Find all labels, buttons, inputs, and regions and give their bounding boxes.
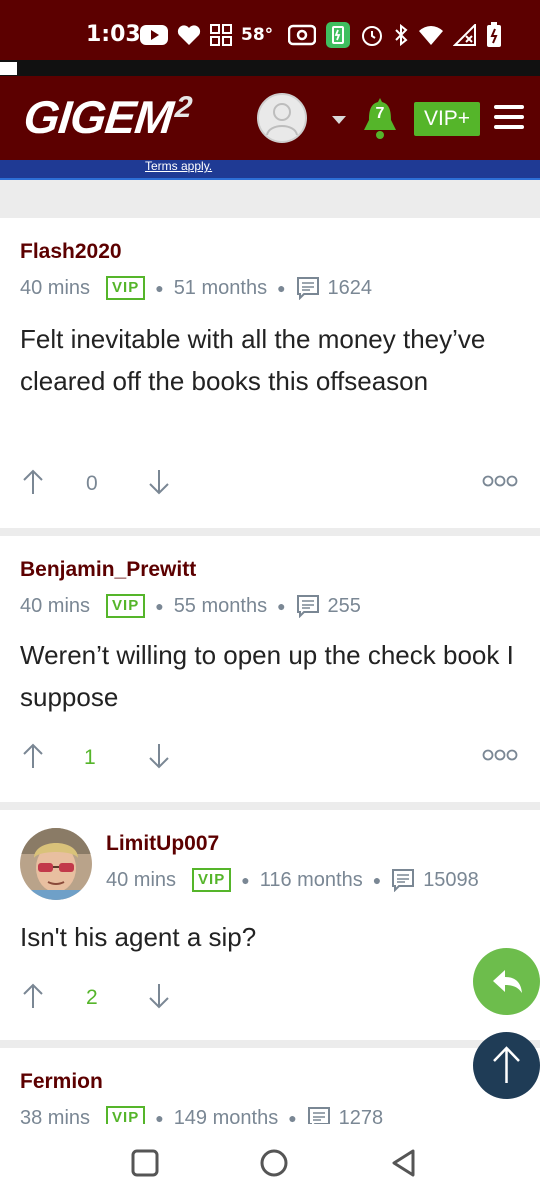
status-temperature: 58° bbox=[241, 25, 274, 45]
notifications-button[interactable]: 7 bbox=[360, 96, 400, 140]
comment-username[interactable]: Flash2020 bbox=[20, 240, 122, 264]
comment-time: 40 mins bbox=[106, 868, 177, 891]
youtube-icon bbox=[140, 25, 168, 45]
alarm-icon bbox=[362, 26, 383, 46]
reply-icon bbox=[493, 970, 522, 993]
comment-time: 40 mins bbox=[20, 594, 91, 617]
chevron-down-icon[interactable] bbox=[332, 116, 346, 124]
heart-icon bbox=[177, 25, 201, 45]
comment-card: Fermion 38 mins VIP ● 149 months ● 1278 bbox=[0, 1048, 540, 1124]
member-tenure: 55 months bbox=[173, 594, 268, 617]
vip-badge: VIP bbox=[106, 276, 146, 300]
user-icon bbox=[266, 103, 298, 136]
more-icon[interactable] bbox=[482, 748, 518, 762]
comment-username[interactable]: Fermion bbox=[20, 1070, 103, 1094]
radio-icon bbox=[288, 24, 317, 46]
notification-count: 7 bbox=[375, 105, 385, 122]
comment-body: Isn't his agent a sip? bbox=[20, 922, 257, 952]
comment-username[interactable]: Benjamin_Prewitt bbox=[20, 558, 196, 582]
no-signal-icon bbox=[453, 24, 477, 46]
battery-icon bbox=[487, 22, 502, 47]
circle-nav-icon[interactable] bbox=[258, 1147, 290, 1179]
terms-link[interactable]: Terms apply. bbox=[145, 159, 212, 173]
downvote-icon[interactable] bbox=[147, 468, 171, 496]
comment-card: Benjamin_Prewitt 40 mins VIP ● 55 months… bbox=[0, 536, 540, 802]
battery-saver-icon bbox=[326, 22, 351, 48]
comment-card: Flash2020 40 mins VIP ● 51 months ● 1624… bbox=[0, 218, 540, 528]
square-nav-icon[interactable] bbox=[130, 1148, 160, 1178]
user-photo-icon bbox=[20, 828, 92, 900]
downvote-icon[interactable] bbox=[147, 982, 171, 1010]
site-header: GIGEM2 7 VIP+ bbox=[0, 76, 540, 160]
comment-card: LimitUp007 40 mins VIP ● 116 months ● 15… bbox=[0, 810, 540, 1040]
menu-icon[interactable] bbox=[494, 105, 524, 131]
member-tenure: 116 months bbox=[259, 868, 363, 891]
comment-body: Felt inevitable with all the money they’… bbox=[20, 324, 486, 396]
more-icon[interactable] bbox=[482, 474, 518, 488]
status-time: 1:03 bbox=[86, 22, 141, 47]
bluetooth-icon bbox=[395, 23, 408, 47]
post-count: 255 bbox=[327, 594, 361, 617]
site-logo[interactable]: GIGEM2 bbox=[21, 90, 193, 144]
upvote-icon[interactable] bbox=[21, 742, 45, 770]
comment-icon bbox=[392, 869, 415, 892]
comment-meta: 40 mins VIP ● 51 months ● 1624 bbox=[20, 276, 373, 300]
scroll-top-button[interactable] bbox=[473, 1032, 540, 1099]
comment-meta: 40 mins VIP ● 55 months ● 255 bbox=[20, 594, 361, 618]
comment-username[interactable]: LimitUp007 bbox=[106, 832, 219, 856]
reply-button[interactable] bbox=[473, 948, 540, 1015]
vip-badge: VIP bbox=[192, 868, 232, 892]
vip-badge: VIP bbox=[106, 594, 146, 618]
member-tenure: 51 months bbox=[173, 276, 268, 299]
grid-icon bbox=[210, 24, 232, 46]
comment-meta: 40 mins VIP ● 116 months ● 15098 bbox=[106, 868, 479, 892]
vote-count: 0 bbox=[86, 472, 98, 495]
upvote-icon[interactable] bbox=[21, 982, 45, 1010]
post-count: 1278 bbox=[338, 1106, 384, 1125]
back-nav-icon[interactable] bbox=[389, 1148, 419, 1178]
wifi-icon bbox=[419, 26, 444, 45]
post-count: 1624 bbox=[327, 276, 373, 299]
vip-badge: VIP bbox=[106, 1106, 146, 1124]
comment-icon bbox=[296, 277, 319, 300]
comment-body: Weren’t willing to open up the check boo… bbox=[20, 640, 514, 712]
comment-icon bbox=[296, 595, 319, 618]
loading-bar bbox=[0, 60, 540, 76]
vip-button[interactable]: VIP+ bbox=[414, 102, 480, 136]
vote-count: 2 bbox=[86, 986, 98, 1009]
comment-meta: 38 mins VIP ● 149 months ● 1278 bbox=[20, 1106, 383, 1124]
avatar[interactable] bbox=[20, 828, 92, 900]
promo-banner[interactable]: Terms apply. bbox=[0, 159, 540, 180]
arrow-up-icon bbox=[493, 1046, 520, 1083]
status-bar: 1:03 58° bbox=[0, 0, 540, 60]
upvote-icon[interactable] bbox=[21, 468, 45, 496]
comment-time: 40 mins bbox=[20, 276, 91, 299]
vote-count: 1 bbox=[84, 746, 96, 769]
system-nav-bar bbox=[0, 1124, 540, 1200]
post-count: 15098 bbox=[423, 868, 479, 891]
comment-time: 38 mins bbox=[20, 1106, 91, 1125]
user-avatar-button[interactable] bbox=[257, 93, 307, 143]
comment-icon bbox=[307, 1107, 330, 1124]
downvote-icon[interactable] bbox=[147, 742, 171, 770]
member-tenure: 149 months bbox=[173, 1106, 279, 1125]
progress-indicator bbox=[0, 62, 17, 75]
